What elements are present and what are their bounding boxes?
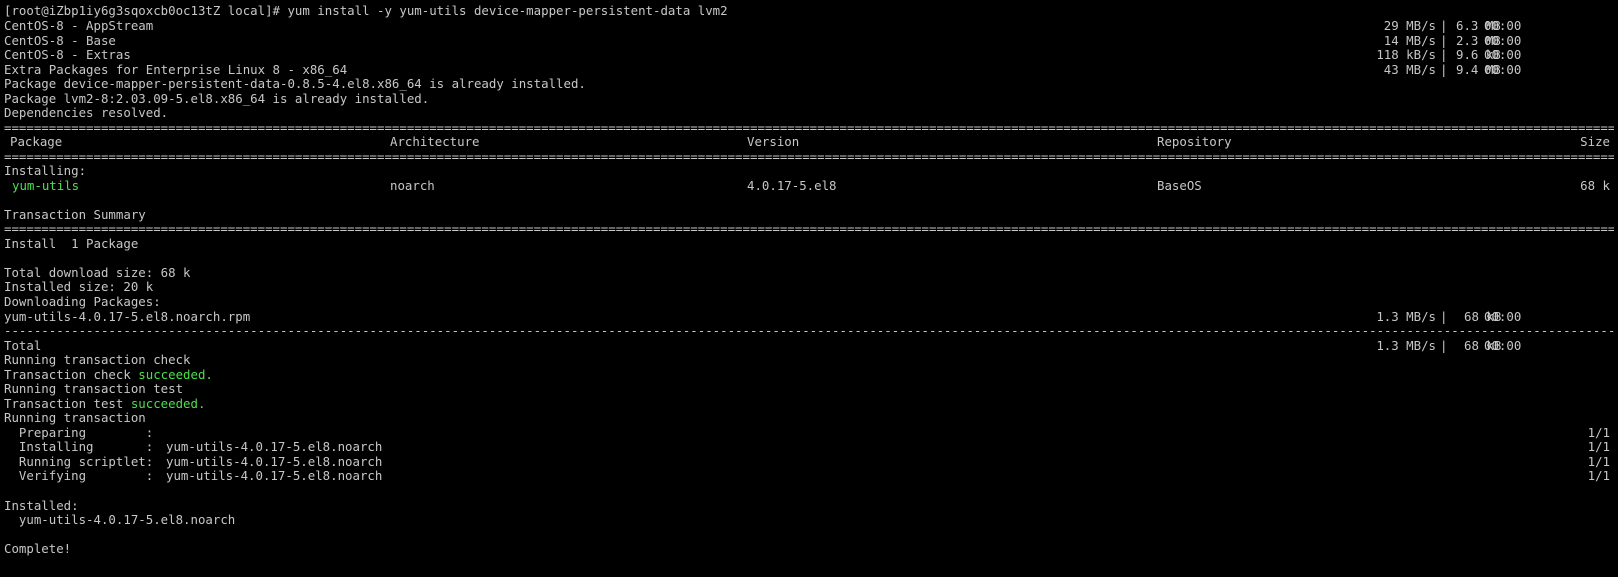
step-label: Preparing : [4, 425, 154, 440]
column-header-size: Size [1580, 134, 1610, 149]
repo-line: Extra Packages for Enterprise Linux 8 - … [4, 62, 1614, 77]
step-count: 1/1 [1587, 454, 1610, 469]
result-status: succeeded. [130, 396, 206, 411]
double-rule: ========================================… [4, 120, 1614, 135]
separator: | [1440, 309, 1448, 324]
table-header: Package Architecture Version Repository … [4, 134, 1614, 149]
deps-resolved: Dependencies resolved. [4, 105, 169, 120]
repo-time: 00:00 [1484, 62, 1522, 77]
rpm-name: yum-utils-4.0.17-5.el8.noarch.rpm [4, 309, 251, 324]
section-label: Installing: [4, 163, 87, 178]
repo-line: CentOS-8 - Extras 118 kB/s | 9.6 kB 00:0… [4, 47, 1614, 62]
transaction-check: Running transaction check [4, 352, 191, 367]
complete-message: Complete! [4, 541, 72, 556]
transaction-step: Preparing : 1/1 [4, 425, 1614, 440]
repo-speed: 118 kB/s [1376, 47, 1436, 62]
rpm-speed: 1.3 MB/s [1376, 309, 1436, 324]
repo-speed: 14 MB/s [1383, 33, 1436, 48]
step-package: yum-utils-4.0.17-5.el8.noarch [166, 439, 383, 454]
result-prefix: Transaction test [4, 396, 131, 411]
repo-time: 00:00 [1484, 33, 1522, 48]
package-name: yum-utils [12, 178, 80, 193]
step-label: Running scriptlet: [4, 454, 154, 469]
result-prefix: Transaction check [4, 367, 139, 382]
step-count: 1/1 [1587, 439, 1610, 454]
column-header-version: Version [747, 134, 800, 149]
installed-package: yum-utils-4.0.17-5.el8.noarch [4, 512, 236, 527]
separator: | [1440, 62, 1448, 77]
step-package: yum-utils-4.0.17-5.el8.noarch [166, 454, 383, 469]
running-transaction: Running transaction [4, 410, 146, 425]
total-speed: 1.3 MB/s [1376, 338, 1436, 353]
rpm-download-line: yum-utils-4.0.17-5.el8.noarch.rpm 1.3 MB… [4, 309, 1614, 324]
double-rule: ========================================… [4, 149, 1614, 164]
repo-name: CentOS-8 - Extras [4, 47, 131, 62]
separator: | [1440, 33, 1448, 48]
separator: | [1440, 47, 1448, 62]
total-label: Total [4, 338, 42, 353]
transaction-test-result: Transaction test succeeded. [4, 396, 1614, 411]
summary-title: Transaction Summary [4, 207, 146, 222]
repo-time: 00:00 [1484, 47, 1522, 62]
column-header-repo: Repository [1157, 134, 1232, 149]
downloading-label: Downloading Packages: [4, 294, 161, 309]
installed-header: Installed: [4, 498, 79, 513]
transaction-test: Running transaction test [4, 381, 184, 396]
package-repo: BaseOS [1157, 178, 1202, 193]
total-download-size: Total download size: 68 k [4, 265, 191, 280]
package-size: 68 k [1580, 178, 1610, 193]
column-header-arch: Architecture [390, 134, 480, 149]
dashed-rule: ----------------------------------------… [4, 323, 1614, 338]
repo-name: CentOS-8 - AppStream [4, 18, 154, 33]
column-header-package: Package [10, 134, 63, 149]
step-count: 1/1 [1587, 468, 1610, 483]
table-row: yum-utils noarch 4.0.17-5.el8 BaseOS 68 … [4, 178, 1614, 193]
double-rule: ========================================… [4, 221, 1614, 236]
repo-time: 00:00 [1484, 18, 1522, 33]
already-installed-line: Package device-mapper-persistent-data-0.… [4, 76, 586, 91]
step-label: Verifying : [4, 468, 154, 483]
separator: | [1440, 18, 1448, 33]
repo-name: CentOS-8 - Base [4, 33, 116, 48]
total-time: 00:00 [1484, 338, 1522, 353]
step-count: 1/1 [1587, 425, 1610, 440]
package-version: 4.0.17-5.el8 [747, 178, 837, 193]
command-line: [root@iZbp1iy6g3sqoxcb0oc13tZ local]# yu… [4, 3, 728, 18]
repo-name: Extra Packages for Enterprise Linux 8 - … [4, 62, 348, 77]
rpm-time: 00:00 [1484, 309, 1522, 324]
repo-speed: 43 MB/s [1383, 62, 1436, 77]
transaction-step: Verifying : yum-utils-4.0.17-5.el8.noarc… [4, 468, 1614, 483]
repo-speed: 29 MB/s [1383, 18, 1436, 33]
install-count: Install 1 Package [4, 236, 139, 251]
step-package: yum-utils-4.0.17-5.el8.noarch [166, 468, 383, 483]
terminal-window[interactable]: [root@iZbp1iy6g3sqoxcb0oc13tZ local]# yu… [4, 0, 1614, 577]
already-installed-line: Package lvm2-8:2.03.09-5.el8.x86_64 is a… [4, 91, 430, 106]
installed-size: Installed size: 20 k [4, 279, 154, 294]
result-status: succeeded. [138, 367, 213, 382]
transaction-check-result: Transaction check succeeded. [4, 367, 1614, 382]
separator: | [1440, 338, 1448, 353]
total-line: Total 1.3 MB/s | 68 kB 00:00 [4, 338, 1614, 353]
transaction-step: Installing : yum-utils-4.0.17-5.el8.noar… [4, 439, 1614, 454]
repo-line: CentOS-8 - Base 14 MB/s | 2.3 MB 00:00 [4, 33, 1614, 48]
step-label: Installing : [4, 439, 154, 454]
repo-line: CentOS-8 - AppStream 29 MB/s | 6.3 MB 00… [4, 18, 1614, 33]
package-arch: noarch [390, 178, 435, 193]
transaction-step: Running scriptlet: yum-utils-4.0.17-5.el… [4, 454, 1614, 469]
